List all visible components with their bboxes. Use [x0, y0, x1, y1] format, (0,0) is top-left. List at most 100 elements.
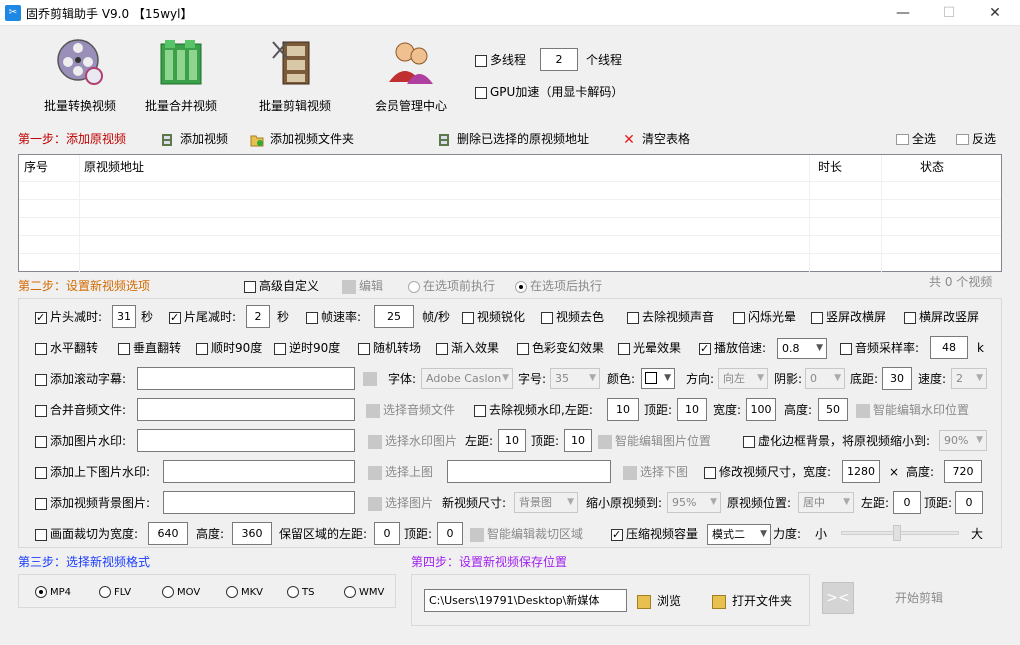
- img-top-input[interactable]: 10: [564, 429, 592, 452]
- remove-audio-checkbox[interactable]: 去除视频声音: [627, 309, 714, 325]
- browse-button[interactable]: 浏览: [637, 593, 681, 609]
- fps-input[interactable]: 25: [374, 305, 414, 328]
- bg-left-input[interactable]: 0: [893, 491, 921, 514]
- compress-mode-select[interactable]: 模式二 ▼: [707, 524, 771, 545]
- sharpen-checkbox[interactable]: 视频锐化: [462, 309, 525, 325]
- h2v-checkbox[interactable]: 横屏改竖屏: [904, 309, 979, 325]
- color-picker[interactable]: ▼: [641, 368, 675, 389]
- resize-height-input[interactable]: 720: [944, 460, 982, 483]
- position-select[interactable]: 居中 ▼: [798, 492, 854, 513]
- keep-left-input[interactable]: 0: [374, 522, 400, 545]
- choose-image-button[interactable]: 选择图片: [368, 495, 433, 511]
- tail-cut-input[interactable]: 2: [246, 305, 270, 328]
- bg-top-input[interactable]: 0: [955, 491, 983, 514]
- column-header-duration[interactable]: 时长: [813, 155, 842, 179]
- wm-top-input[interactable]: 10: [677, 398, 707, 421]
- open-folder-button[interactable]: 打开文件夹: [712, 593, 792, 609]
- gpu-checkbox[interactable]: GPU加速（用显卡解码）: [475, 84, 623, 100]
- random-transition-checkbox[interactable]: 随机转场: [358, 340, 421, 356]
- smart-watermark-button[interactable]: 智能编辑水印位置: [856, 402, 969, 418]
- blur-scale-select[interactable]: 90% ▼: [939, 430, 987, 451]
- choose-audio-button[interactable]: 选择音频文件: [366, 402, 455, 418]
- ccw90-checkbox[interactable]: 逆时90度: [274, 340, 340, 356]
- crop-checkbox[interactable]: 画面裁切为宽度:: [35, 526, 138, 542]
- select-all-button[interactable]: 全选: [896, 130, 936, 148]
- direction-select[interactable]: 向左 ▼: [718, 368, 768, 389]
- crop-height-input[interactable]: 360: [232, 522, 272, 545]
- video-table[interactable]: 序号 原视频地址 时长 状态: [18, 154, 1002, 273]
- audio-rate-checkbox[interactable]: 音频采样率:: [840, 340, 919, 356]
- delete-selected-button[interactable]: 删除已选择的原视频地址: [437, 130, 589, 148]
- scroll-subtitle-checkbox[interactable]: 添加滚动字幕:: [35, 371, 126, 387]
- format-flv-radio[interactable]: FLV: [99, 585, 131, 601]
- strength-slider-thumb[interactable]: [893, 525, 901, 541]
- advanced-checkbox[interactable]: 高级自定义: [244, 278, 319, 294]
- hflip-checkbox[interactable]: 水平翻转: [35, 340, 98, 356]
- remove-watermark-checkbox[interactable]: 去除视频水印,左距:: [474, 402, 593, 418]
- minimize-button[interactable]: —: [880, 0, 926, 26]
- head-cut-checkbox[interactable]: 片头减时:: [35, 309, 102, 326]
- start-icon[interactable]: ><: [822, 582, 854, 614]
- tail-cut-checkbox[interactable]: 片尾减时:: [169, 309, 236, 326]
- multithread-checkbox[interactable]: 多线程: [475, 52, 526, 68]
- edit-button[interactable]: 编辑: [342, 278, 383, 294]
- crop-width-input[interactable]: 640: [148, 522, 188, 545]
- blur-background-checkbox[interactable]: 虚化边框背景，将原视频缩小到:: [743, 433, 930, 449]
- format-wmv-radio[interactable]: WMV: [344, 585, 384, 601]
- resize-checkbox[interactable]: 修改视频尺寸，宽度:: [704, 464, 831, 480]
- bottom-image-input[interactable]: [447, 460, 611, 483]
- format-ts-radio[interactable]: TS: [287, 585, 314, 601]
- fade-in-checkbox[interactable]: 渐入效果: [436, 340, 499, 356]
- member-center-button[interactable]: 会员管理中心: [356, 32, 466, 113]
- cw90-checkbox[interactable]: 顺时90度: [196, 340, 262, 356]
- scroll-subtitle-input[interactable]: [137, 367, 355, 390]
- new-size-select[interactable]: 背景图 ▼: [514, 492, 578, 513]
- format-mp4-radio[interactable]: MP4: [35, 585, 71, 601]
- size-select[interactable]: 35 ▼: [550, 368, 600, 389]
- bottom-input[interactable]: 30: [882, 367, 912, 390]
- flash-checkbox[interactable]: 闪烁光晕: [733, 309, 796, 325]
- decolor-checkbox[interactable]: 视频去色: [541, 309, 604, 325]
- image-watermark-checkbox[interactable]: 添加图片水印:: [35, 433, 126, 449]
- thread-count-input[interactable]: 2: [540, 48, 578, 71]
- vflip-checkbox[interactable]: 垂直翻转: [118, 340, 181, 356]
- batch-cut-button[interactable]: 批量剪辑视频: [240, 32, 350, 113]
- background-image-checkbox[interactable]: 添加视频背景图片:: [35, 495, 150, 511]
- shrink-select[interactable]: 95% ▼: [667, 492, 721, 513]
- choose-top-button[interactable]: 选择上图: [368, 464, 433, 480]
- close-button[interactable]: ✕: [972, 0, 1018, 26]
- start-button[interactable]: 开始剪辑: [895, 590, 943, 606]
- add-folder-button[interactable]: 添加视频文件夹: [250, 130, 354, 148]
- scroll-speed-select[interactable]: 2 ▼: [951, 368, 987, 389]
- color-change-checkbox[interactable]: 色彩变幻效果: [517, 340, 604, 356]
- speed-select[interactable]: 0.8 ▼: [777, 338, 827, 359]
- font-select[interactable]: Adobe Caslon ▼: [421, 368, 513, 389]
- format-mov-radio[interactable]: MOV: [162, 585, 200, 601]
- top-bottom-image-checkbox[interactable]: 添加上下图片水印:: [35, 464, 150, 480]
- edit-subtitle-icon[interactable]: [363, 372, 377, 386]
- smart-crop-button[interactable]: 智能编辑裁切区域: [470, 526, 583, 542]
- invert-selection-button[interactable]: 反选: [956, 130, 996, 148]
- column-header-status[interactable]: 状态: [915, 155, 944, 179]
- compress-checkbox[interactable]: 压缩视频容量: [611, 526, 698, 543]
- wm-height-input[interactable]: 50: [818, 398, 848, 421]
- top-image-input[interactable]: [163, 460, 355, 483]
- crop-top-input[interactable]: 0: [437, 522, 463, 545]
- run-before-radio[interactable]: 在选项前执行: [408, 278, 495, 294]
- batch-merge-button[interactable]: 批量合并视频: [126, 32, 236, 113]
- halo-checkbox[interactable]: 光晕效果: [618, 340, 681, 356]
- image-watermark-input[interactable]: [137, 429, 355, 452]
- merge-audio-checkbox[interactable]: 合并音频文件:: [35, 402, 126, 418]
- speed-checkbox[interactable]: 播放倍速:: [699, 340, 766, 357]
- shadow-select[interactable]: 0 ▼: [805, 368, 845, 389]
- fps-checkbox[interactable]: 帧速率:: [306, 309, 361, 325]
- v2h-checkbox[interactable]: 竖屏改横屏: [811, 309, 886, 325]
- column-header-index[interactable]: 序号: [19, 155, 48, 179]
- wm-width-input[interactable]: 100: [746, 398, 776, 421]
- save-path-input[interactable]: C:\Users\19791\Desktop\新媒体: [424, 589, 627, 612]
- choose-watermark-button[interactable]: 选择水印图片: [368, 433, 457, 449]
- background-image-input[interactable]: [163, 491, 355, 514]
- smart-image-button[interactable]: 智能编辑图片位置: [598, 433, 711, 449]
- audio-rate-input[interactable]: 48: [930, 336, 968, 359]
- column-header-path[interactable]: 原视频地址: [79, 155, 144, 179]
